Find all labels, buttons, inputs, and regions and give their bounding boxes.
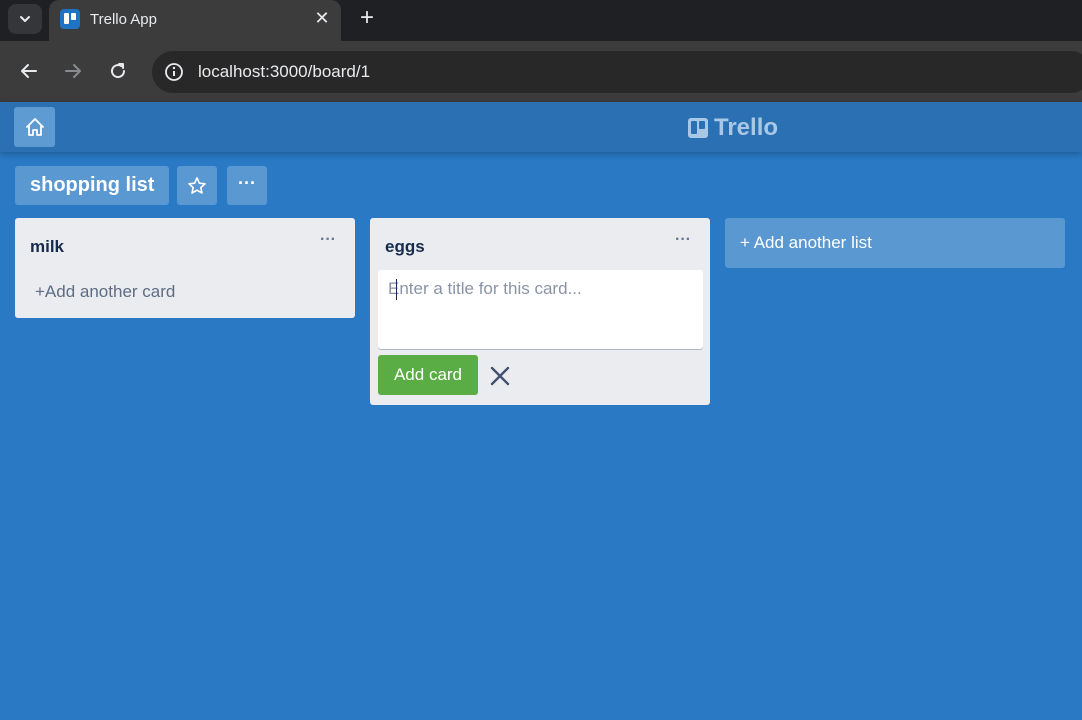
forward-button[interactable] [59, 57, 87, 85]
tab-close-icon[interactable]: ✕ [311, 7, 333, 29]
list-eggs: eggs ··· Add card [370, 218, 710, 405]
url-text: localhost:3000/board/1 [198, 62, 371, 81]
chevron-down-icon [20, 16, 30, 22]
reload-button[interactable] [104, 57, 132, 85]
add-list-button[interactable]: + Add another list [725, 218, 1065, 268]
text-caret [396, 279, 397, 300]
board-menu-button[interactable]: ··· [227, 166, 267, 205]
address-bar[interactable]: localhost:3000/board/1 [152, 51, 1082, 93]
board-title[interactable]: shopping list [15, 166, 170, 205]
arrow-right-icon [65, 64, 81, 78]
list-title[interactable]: eggs [385, 237, 425, 257]
list-menu-button[interactable]: ··· [313, 231, 343, 255]
add-card-button[interactable]: Add card [378, 355, 478, 395]
trello-favicon-icon [60, 9, 80, 29]
browser-tabstrip: Trello App ✕ + [0, 0, 1082, 41]
browser-tab[interactable]: Trello App ✕ [49, 0, 341, 41]
list-title[interactable]: milk [30, 237, 64, 257]
tab-search-button[interactable] [8, 4, 42, 34]
trello-logo-icon [688, 118, 708, 138]
reload-icon [111, 63, 126, 79]
close-icon[interactable] [488, 364, 512, 388]
browser-toolbar: localhost:3000/board/1 [0, 41, 1082, 102]
app-header: Trello [0, 102, 1082, 152]
star-board-button[interactable] [177, 166, 217, 205]
back-button[interactable] [15, 57, 43, 85]
list-menu-button[interactable]: ··· [668, 231, 698, 255]
star-icon [188, 176, 206, 194]
info-icon[interactable] [164, 62, 184, 82]
brand-logo[interactable]: Trello [688, 114, 778, 142]
new-tab-button[interactable]: + [354, 5, 380, 31]
home-icon [25, 118, 44, 136]
card-title-input[interactable] [388, 279, 693, 340]
arrow-left-icon [21, 64, 37, 78]
card-title-input-wrapper [378, 270, 703, 349]
tab-title: Trello App [90, 11, 157, 28]
brand-name: Trello [714, 114, 779, 141]
home-button[interactable] [14, 107, 55, 147]
add-card-link[interactable]: +Add another card [35, 282, 175, 302]
list-milk: milk ··· +Add another card [15, 218, 355, 318]
